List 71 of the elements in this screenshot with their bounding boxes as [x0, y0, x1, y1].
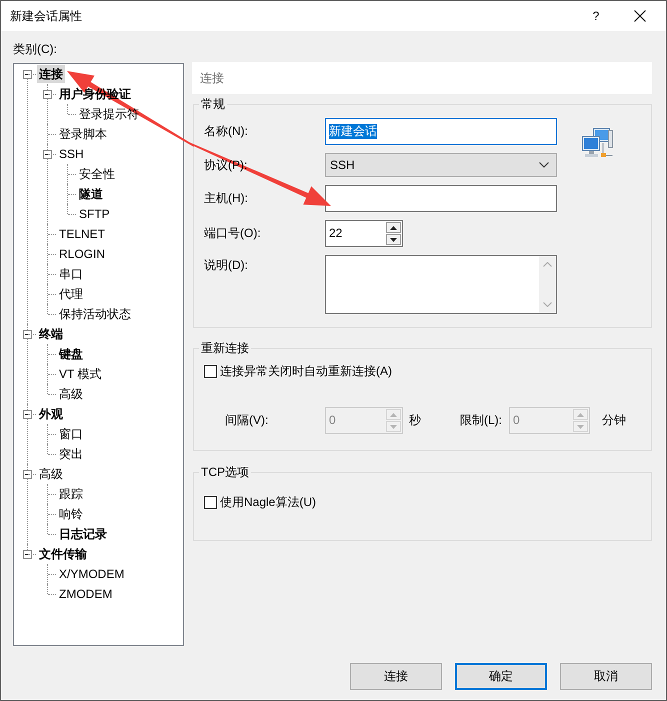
tree-item[interactable]: 终端 — [37, 325, 65, 343]
group-title: TCP选项 — [200, 465, 250, 480]
page-title: 连接 — [192, 62, 652, 94]
chevron-down-icon — [539, 162, 549, 168]
tree-item[interactable]: 跟踪 — [57, 485, 85, 503]
field-label: 名称(N): — [204, 124, 248, 139]
collapse-icon[interactable] — [23, 330, 32, 339]
collapse-icon[interactable] — [23, 470, 32, 479]
collapse-icon[interactable] — [43, 90, 52, 99]
text-field[interactable]: 新建会话 — [325, 118, 557, 145]
close-icon[interactable] — [634, 10, 646, 22]
tree-item[interactable]: 突出 — [57, 445, 85, 463]
spin-up-button[interactable] — [386, 222, 401, 233]
tree-item[interactable]: 文件传输 — [37, 545, 89, 563]
tree-item[interactable]: VT 模式 — [57, 365, 104, 383]
text-field[interactable] — [325, 185, 557, 212]
group-title: 重新连接 — [200, 341, 250, 356]
tree-item[interactable]: X/YMODEM — [57, 565, 126, 583]
triangle-up-icon — [390, 412, 397, 416]
tree-item[interactable]: 响铃 — [57, 505, 85, 523]
triangle-up-icon — [577, 412, 584, 416]
collapse-icon[interactable] — [43, 150, 52, 159]
triangle-down-icon — [577, 424, 584, 428]
tree-item[interactable]: RLOGIN — [57, 245, 108, 263]
tree-item[interactable]: 串口 — [57, 265, 85, 283]
spin-field[interactable]: 22 — [325, 220, 403, 247]
unit-label: 秒 — [409, 413, 422, 428]
tree-item[interactable]: 隧道 — [77, 185, 105, 203]
triangle-down-icon — [390, 424, 397, 428]
field-label: 端口号(O): — [204, 226, 261, 241]
tree-item[interactable]: 高级 — [57, 385, 85, 403]
field-label: 限制(L): — [460, 413, 503, 428]
collapse-icon[interactable] — [23, 550, 32, 559]
tree-item[interactable]: 窗口 — [57, 425, 85, 443]
tree-item[interactable]: 登录脚本 — [57, 125, 109, 143]
dropdown[interactable]: SSH — [325, 153, 557, 177]
checkbox-label[interactable]: 使用Nagle算法(U) — [220, 495, 316, 510]
tree-item[interactable]: TELNET — [57, 225, 108, 243]
help-button[interactable]: ? — [592, 8, 600, 24]
collapse-icon[interactable] — [23, 70, 32, 79]
spin-down-button[interactable] — [386, 234, 401, 245]
dialog-button[interactable]: 确定 — [455, 663, 547, 690]
dialog-button[interactable]: 取消 — [560, 663, 652, 690]
unit-label: 分钟 — [602, 413, 626, 428]
field-label: 主机(H): — [204, 191, 248, 206]
field-label: 说明(D): — [204, 258, 248, 273]
triangle-down-icon — [390, 238, 397, 242]
tree-item[interactable]: SSH — [57, 145, 86, 163]
network-computers-icon — [581, 127, 613, 158]
tree-item[interactable]: 键盘 — [57, 345, 85, 363]
group-title: 常规 — [200, 97, 226, 112]
tree-item[interactable]: 连接 — [37, 65, 65, 83]
collapse-icon[interactable] — [23, 410, 32, 419]
category-label: 类别(C): — [13, 42, 58, 57]
tree-item[interactable]: SFTP — [77, 205, 112, 223]
dialog-button[interactable]: 连接 — [350, 663, 442, 690]
tree-item[interactable]: 保持活动状态 — [57, 305, 133, 323]
field-label: 间隔(V): — [225, 413, 270, 428]
tree-item[interactable]: 代理 — [57, 285, 85, 303]
window-title: 新建会话属性 — [10, 8, 83, 24]
tree-item[interactable]: 安全性 — [77, 165, 117, 183]
text-area[interactable] — [325, 255, 557, 314]
checkbox-label[interactable]: 连接异常关闭时自动重新连接(A) — [220, 364, 392, 379]
triangle-up-icon — [390, 226, 397, 230]
tree-item[interactable]: ZMODEM — [57, 585, 114, 603]
tree-item[interactable]: 高级 — [37, 465, 65, 483]
checkbox[interactable] — [204, 496, 217, 509]
tree-item[interactable]: 日志记录 — [57, 525, 109, 543]
tree-item[interactable]: 外观 — [37, 405, 65, 423]
tree-item[interactable]: 登录提示符 — [77, 105, 141, 123]
checkbox[interactable] — [204, 365, 217, 378]
